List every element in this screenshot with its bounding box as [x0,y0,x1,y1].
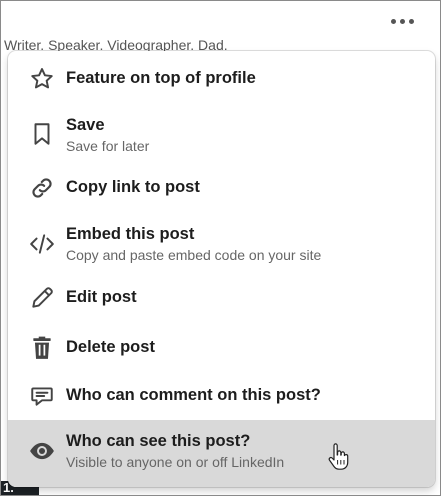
bookmark-icon [28,120,56,148]
pencil-icon [28,284,56,312]
menu-item-label: Feature on top of profile [66,69,256,87]
menu-item-edit[interactable]: Edit post [8,272,435,324]
more-options-button[interactable] [388,9,416,33]
menu-item-label: Save [66,116,105,134]
menu-item-label: Who can see this post? [66,432,251,450]
menu-item-delete[interactable]: Delete post [8,324,435,372]
code-icon [28,230,56,258]
menu-item-label: Embed this post [66,225,195,243]
menu-item-label: Copy link to post [66,178,200,196]
menu-item-who-can-comment[interactable]: Who can comment on this post? [8,372,435,420]
menu-item-copy-link[interactable]: Copy link to post [8,162,435,214]
hand-cursor-icon [326,443,350,471]
menu-item-description: Visible to anyone on or off LinkedIn [66,454,285,470]
menu-item-description: Copy and paste embed code on your site [66,247,322,263]
comment-icon [28,382,56,410]
menu-item-label: Who can comment on this post? [66,386,321,404]
menu-item-save[interactable]: Save Save for later [8,106,435,162]
more-dot-icon [408,18,414,24]
trash-icon [28,334,56,362]
link-icon [28,174,56,202]
menu-item-who-can-see[interactable]: Who can see this post? Visible to anyone… [8,420,435,487]
more-dot-icon [399,18,405,24]
menu-item-label: Edit post [66,288,137,306]
menu-item-feature[interactable]: Feature on top of profile [8,51,435,106]
menu-item-label: Delete post [66,338,155,356]
eye-icon [28,437,56,465]
menu-item-embed[interactable]: Embed this post Copy and paste embed cod… [8,214,435,272]
more-dot-icon [390,18,396,24]
star-icon [28,65,56,93]
menu-item-description: Save for later [66,138,150,154]
post-options-menu: Feature on top of profile Save Save for … [8,51,435,487]
screenshot-frame: Writer. Speaker. Videographer. Dad. 1. F… [0,0,441,496]
